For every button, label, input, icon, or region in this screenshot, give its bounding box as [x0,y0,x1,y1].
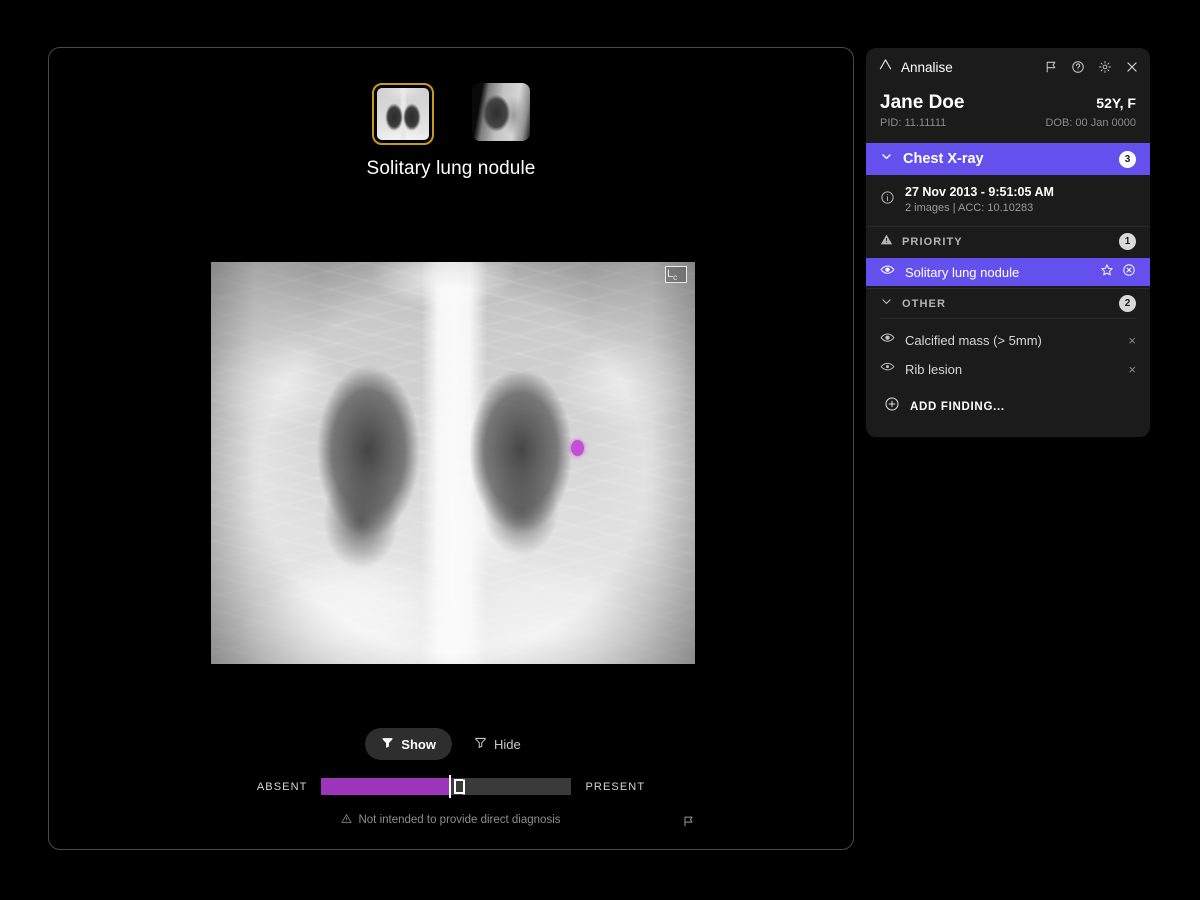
finding-label: Calcified mass (> 5mm) [905,333,1118,348]
annalise-logo-icon [878,57,893,77]
warning-triangle-icon [880,233,893,251]
chest-xray-image [211,262,695,664]
brand-block: Annalise [878,57,1044,77]
section-title-other: OTHER [902,298,1110,310]
patient-age-sex: 52Y, F [1096,95,1136,111]
frontal-chest-xray-thumbnail[interactable] [372,83,434,145]
eye-target-icon[interactable] [880,262,895,282]
study-datetime: 27 Nov 2013 - 9:51:05 AM [905,185,1054,199]
flag-icon[interactable] [1044,60,1058,74]
patient-dob: DOB: 00 Jan 0000 [1045,117,1136,129]
section-title-priority: PRIORITY [902,236,1110,248]
eye-icon[interactable] [880,359,895,379]
finding-row-rib-lesion[interactable]: Rib lesion × [866,355,1150,383]
study-label: Chest X-ray [903,151,1109,167]
disclaimer-text: Not intended to provide direct diagnosis [358,814,560,826]
thumbnail-image-lateral [472,83,530,141]
study-details: 2 images | ACC: 10.10283 [905,202,1054,214]
finding-row-calcified-mass[interactable]: Calcified mass (> 5mm) × [866,326,1150,354]
confidence-slider-row: ABSENT PRESENT [49,778,853,795]
priority-count-badge: 1 [1119,233,1136,250]
study-info-block[interactable]: 27 Nov 2013 - 9:51:05 AM 2 images | ACC:… [866,175,1150,226]
add-finding-button[interactable]: ADD FINDING... [866,384,1150,419]
chevron-down-icon [880,295,893,313]
patient-info-block: Jane Doe 52Y, F PID: 11.11111 DOB: 00 Ja… [866,86,1150,143]
confidence-slider-track[interactable] [321,778,571,795]
panel-header-actions [1044,60,1139,74]
patient-id: PID: 11.11111 [880,117,946,129]
panel-header: Annalise [866,48,1150,86]
other-section-divider [880,318,1136,319]
app-root: Solitary lung nodule Lc Show [0,0,1200,900]
help-icon[interactable] [1071,60,1085,74]
dismiss-finding-icon[interactable]: × [1128,363,1136,376]
warning-triangle-icon [341,813,352,827]
finding-row-solitary-lung-nodule[interactable]: Solitary lung nodule [866,258,1150,286]
viewer-window: Solitary lung nodule Lc Show [48,47,854,850]
hide-overlay-button[interactable]: Hide [458,728,537,760]
lesion-overlay-marker[interactable] [571,440,584,456]
disclaimer-block: Not intended to provide direct diagnosis [49,813,853,827]
show-overlay-button[interactable]: Show [365,728,452,760]
hide-funnel-outline-icon [474,736,487,752]
hide-label: Hide [494,737,521,752]
eye-target-icon[interactable] [880,330,895,350]
confidence-slider-handle[interactable] [454,779,463,794]
dismiss-finding-icon[interactable]: × [1128,334,1136,347]
other-findings-list: Calcified mass (> 5mm) × Rib lesion × [866,326,1150,383]
dismiss-finding-icon[interactable] [1122,263,1136,282]
section-header-other[interactable]: OTHER 2 [866,288,1150,318]
laterality-sub: c [673,273,677,282]
brand-name: Annalise [901,60,953,75]
disclaimer-row: Not intended to provide direct diagnosis [49,813,853,837]
lateral-chest-xray-thumbnail[interactable] [472,83,530,141]
settings-icon[interactable] [1098,60,1112,74]
laterality-marker-icon: Lc [665,266,687,283]
plus-circle-icon [884,396,900,417]
confidence-threshold-marker [449,775,451,798]
priority-findings-list: Solitary lung nodule [866,258,1150,286]
patient-name: Jane Doe [880,92,964,114]
thumbnail-image-frontal [377,88,429,140]
current-finding-title: Solitary lung nodule [49,158,853,180]
overlay-toggle-group: Show Hide [49,728,853,760]
report-flag-icon[interactable] [682,815,695,828]
slider-label-present: PRESENT [585,781,645,793]
chevron-down-icon [880,150,893,168]
study-header-chest-xray[interactable]: Chest X-ray 3 [866,143,1150,175]
section-header-priority[interactable]: PRIORITY 1 [866,226,1150,256]
close-icon[interactable] [1125,60,1139,74]
show-label: Show [401,737,436,752]
study-finding-count: 3 [1119,151,1136,168]
finding-label: Rib lesion [905,362,1118,377]
info-circle-icon [880,190,895,210]
add-finding-label: ADD FINDING... [910,401,1005,413]
slider-label-absent: ABSENT [257,781,308,793]
confidence-slider-fill [321,778,449,795]
xray-image-viewport[interactable]: Lc [211,262,695,664]
star-icon[interactable] [1100,263,1114,282]
show-funnel-filled-icon [381,736,394,752]
other-count-badge: 2 [1119,295,1136,312]
annalise-findings-panel: Annalise [866,48,1150,437]
thumbnail-strip [49,83,853,145]
finding-label: Solitary lung nodule [905,265,1090,280]
